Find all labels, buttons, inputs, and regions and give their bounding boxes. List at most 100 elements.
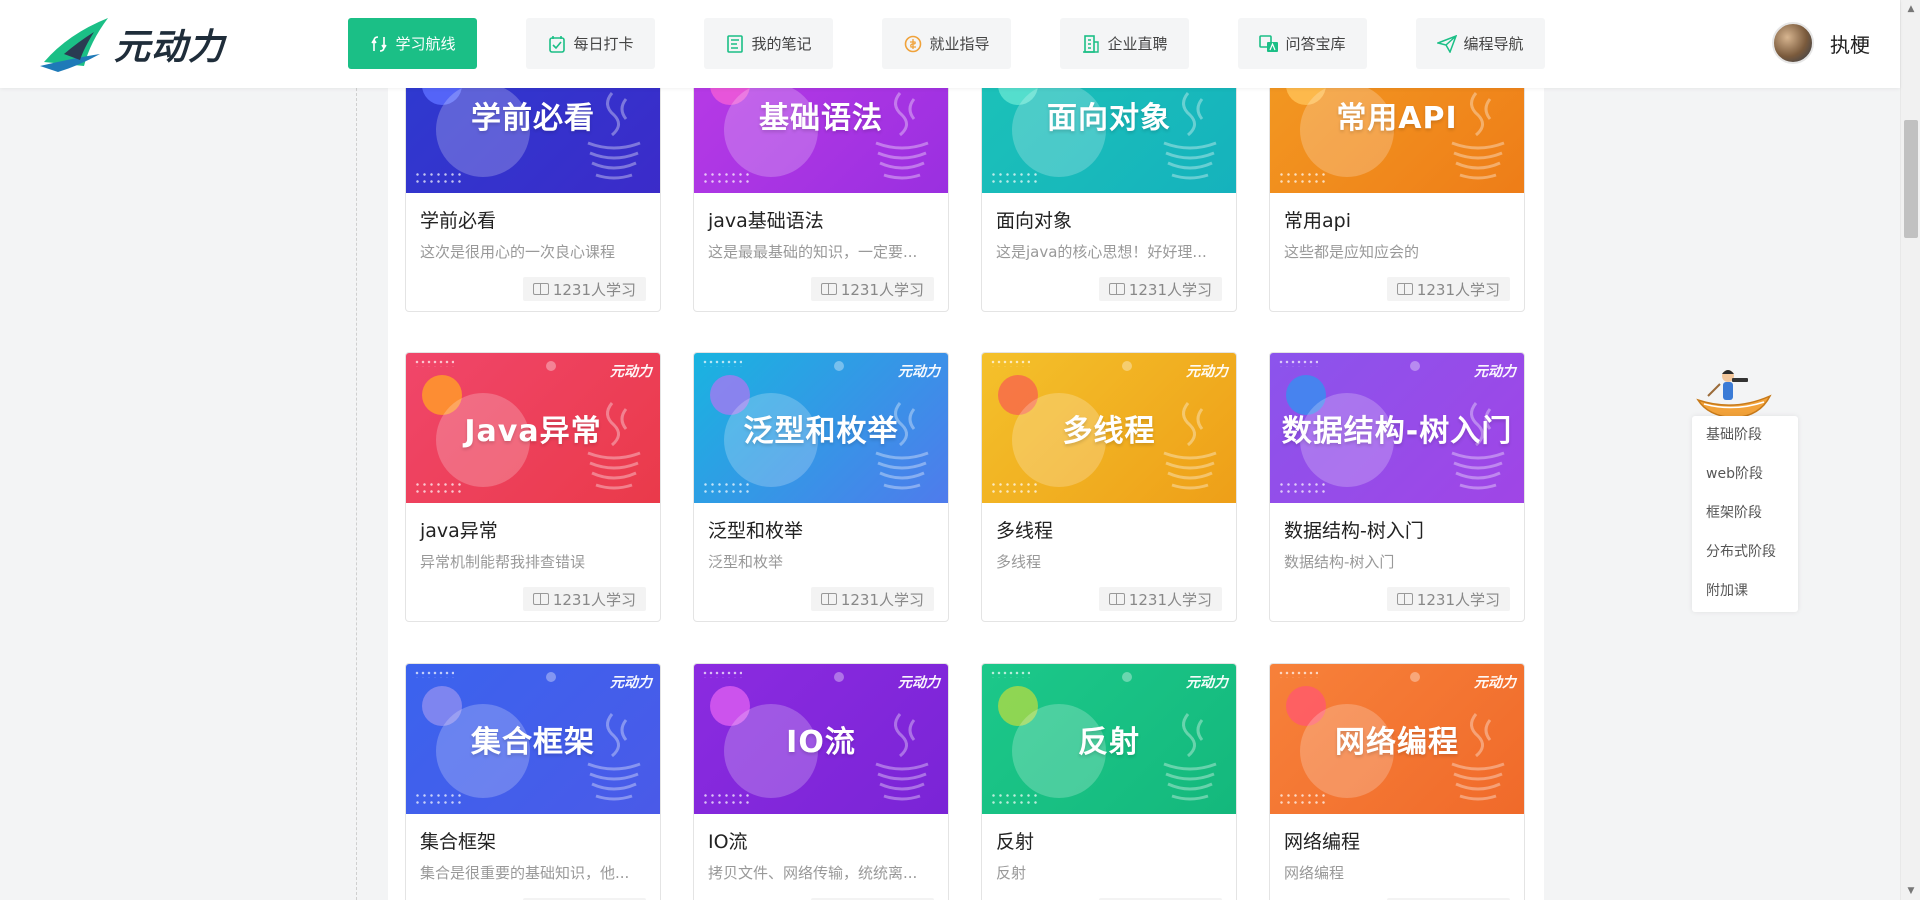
nav-label: 学习航线 — [395, 35, 456, 53]
book-icon — [1108, 593, 1125, 605]
nav-label: 问答宝库 — [1285, 35, 1346, 53]
nav-label: 企业直聘 — [1107, 35, 1168, 53]
course-banner[interactable]: 元动力 Java异常 — [406, 353, 660, 503]
course-banner[interactable]: 元动力 泛型和枚举 — [694, 353, 948, 503]
scroll-down-arrow-icon[interactable]: ▼ — [1901, 882, 1920, 900]
nav-company-hiring[interactable]: 企业直聘 — [1060, 18, 1189, 69]
top-header: 元动力 学习航线 每日打卡 我的笔记 就业指导 企业直聘 问答宝库 编程导航 执… — [0, 0, 1900, 88]
nav-label: 每日打卡 — [573, 35, 634, 53]
nav-learning-route[interactable]: 学习航线 — [348, 18, 477, 69]
course-description: 这些都是应知应会的 — [1284, 243, 1420, 261]
book-icon — [532, 593, 549, 605]
learner-count: 1231人学习 — [552, 590, 636, 609]
course-title[interactable]: 面向对象 — [996, 209, 1222, 233]
course-description: 异常机制能帮我排查错误 — [420, 553, 586, 571]
learner-count: 1231人学习 — [840, 280, 924, 299]
learner-count: 1231人学习 — [840, 590, 924, 609]
logo-sail-icon — [40, 18, 108, 72]
book-icon — [532, 283, 549, 295]
course-description: 拷贝文件、网络传输，统统离... — [708, 864, 918, 882]
float-item-distributed[interactable]: 分布式阶段 — [1692, 533, 1798, 572]
float-item-extra[interactable]: 附加课 — [1692, 572, 1798, 611]
nav-label: 我的笔记 — [751, 35, 812, 53]
course-card[interactable]: 元动力 Java异常 java异常异常机制能帮我排查错误 1231人学习 — [405, 352, 661, 622]
logo-text: 元动力 — [114, 27, 226, 68]
course-title[interactable]: 网络编程 — [1284, 830, 1510, 854]
career-icon — [903, 34, 923, 54]
course-description: 泛型和枚举 — [708, 553, 784, 571]
course-banner[interactable]: 元动力 数据结构-树入门 — [1270, 353, 1524, 503]
course-description: 这是java的核心思想！好好理... — [996, 243, 1207, 261]
course-description: 集合是很重要的基础知识，他... — [420, 864, 630, 882]
nav-my-notes[interactable]: 我的笔记 — [704, 18, 833, 69]
course-banner[interactable]: 元动力 多线程 — [982, 353, 1236, 503]
banner-title: 网络编程 — [1335, 725, 1459, 760]
user-name[interactable]: 执梗 — [1830, 29, 1870, 58]
banner-title: IO流 — [786, 725, 856, 760]
course-card[interactable]: 元动力集合框架集合框架集合是很重要的基础知识，他...1231人学习 — [405, 663, 661, 900]
course-card[interactable]: 元动力IO流IO流拷贝文件、网络传输，统统离...1231人学习 — [693, 663, 949, 900]
banner-title: Java异常 — [464, 414, 602, 449]
main-nav: 学习航线 每日打卡 我的笔记 就业指导 企业直聘 问答宝库 编程导航 — [348, 18, 1594, 69]
learner-count-badge: 1231人学习 — [522, 277, 646, 301]
boat-mascot-icon — [1696, 370, 1772, 419]
banner-title: 泛型和枚举 — [743, 414, 899, 449]
nav-daily-checkin[interactable]: 每日打卡 — [526, 18, 655, 69]
clipboard-check-icon — [547, 34, 567, 54]
course-banner[interactable]: 元动力 反射 — [982, 664, 1236, 814]
course-title[interactable]: 学前必看 — [420, 209, 646, 233]
course-description: 网络编程 — [1284, 864, 1345, 882]
course-banner[interactable]: 元动力 网络编程 — [1270, 664, 1524, 814]
page-scrollbar[interactable]: ▲ ▼ — [1900, 0, 1920, 900]
stage-float-menu: 基础阶段 web阶段 框架阶段 分布式阶段 附加课 — [1692, 416, 1798, 612]
scroll-up-arrow-icon[interactable]: ▲ — [1901, 0, 1920, 18]
scroll-thumb[interactable] — [1904, 120, 1918, 238]
course-title[interactable]: 泛型和枚举 — [708, 519, 934, 543]
course-title[interactable]: java基础语法 — [708, 209, 934, 233]
book-icon — [820, 593, 837, 605]
course-title[interactable]: 数据结构-树入门 — [1284, 519, 1510, 543]
float-item-basic[interactable]: 基础阶段 — [1692, 416, 1798, 455]
course-banner[interactable]: 元动力 集合框架 — [406, 664, 660, 814]
learner-count-badge: 1231人学习 — [1098, 277, 1222, 301]
course-title[interactable]: 常用api — [1284, 209, 1510, 233]
building-icon — [1081, 34, 1101, 54]
course-card[interactable]: 元动力反射反射反射1231人学习 — [981, 663, 1237, 900]
nav-programming-guide[interactable]: 编程导航 — [1416, 18, 1545, 69]
nav-career-guide[interactable]: 就业指导 — [882, 18, 1011, 69]
learner-count-badge: 1231人学习 — [1098, 587, 1222, 611]
course-card[interactable]: 元动力网络编程网络编程网络编程1231人学习 — [1269, 663, 1525, 900]
learner-count: 1231人学习 — [1416, 280, 1500, 299]
site-logo[interactable]: 元动力 — [38, 14, 225, 74]
user-menu[interactable]: 执梗 — [1772, 22, 1870, 64]
course-card[interactable]: 元动力 泛型和枚举 泛型和枚举 泛型和枚举 1231人学习 — [693, 352, 949, 622]
timeline-dashed-line — [356, 88, 357, 900]
nav-label: 就业指导 — [929, 35, 990, 53]
paper-plane-icon — [1437, 34, 1458, 54]
avatar[interactable] — [1772, 22, 1814, 64]
course-title[interactable]: java异常 — [420, 519, 646, 543]
course-banner[interactable]: 元动力 IO流 — [694, 664, 948, 814]
learner-count: 1231人学习 — [552, 280, 636, 299]
course-description: 反射 — [996, 864, 1027, 882]
nav-qa-library[interactable]: 问答宝库 — [1238, 18, 1367, 69]
route-icon — [369, 34, 389, 54]
course-description: 这是最最基础的知识，一定要... — [708, 243, 918, 261]
course-description: 数据结构-树入门 — [1284, 553, 1395, 571]
course-card[interactable]: 元动力 多线程 多线程 多线程 1231人学习 — [981, 352, 1237, 622]
course-title[interactable]: 集合框架 — [420, 830, 646, 854]
course-title[interactable]: IO流 — [708, 830, 934, 854]
qa-icon — [1259, 34, 1279, 54]
banner-title: 反射 — [1078, 725, 1140, 760]
learner-count: 1231人学习 — [1128, 280, 1212, 299]
float-item-framework[interactable]: 框架阶段 — [1692, 494, 1798, 533]
nav-label: 编程导航 — [1463, 35, 1524, 53]
course-title[interactable]: 多线程 — [996, 519, 1222, 543]
course-card[interactable]: 元动力 数据结构-树入门 数据结构-树入门 数据结构-树入门 1231人学习 — [1269, 352, 1525, 622]
course-title[interactable]: 反射 — [996, 830, 1222, 854]
learner-count-badge: 1231人学习 — [1386, 277, 1510, 301]
book-icon — [1396, 593, 1413, 605]
float-item-web[interactable]: web阶段 — [1692, 455, 1798, 494]
notebook-icon — [725, 34, 745, 54]
learner-count-badge: 1231人学习 — [522, 587, 646, 611]
